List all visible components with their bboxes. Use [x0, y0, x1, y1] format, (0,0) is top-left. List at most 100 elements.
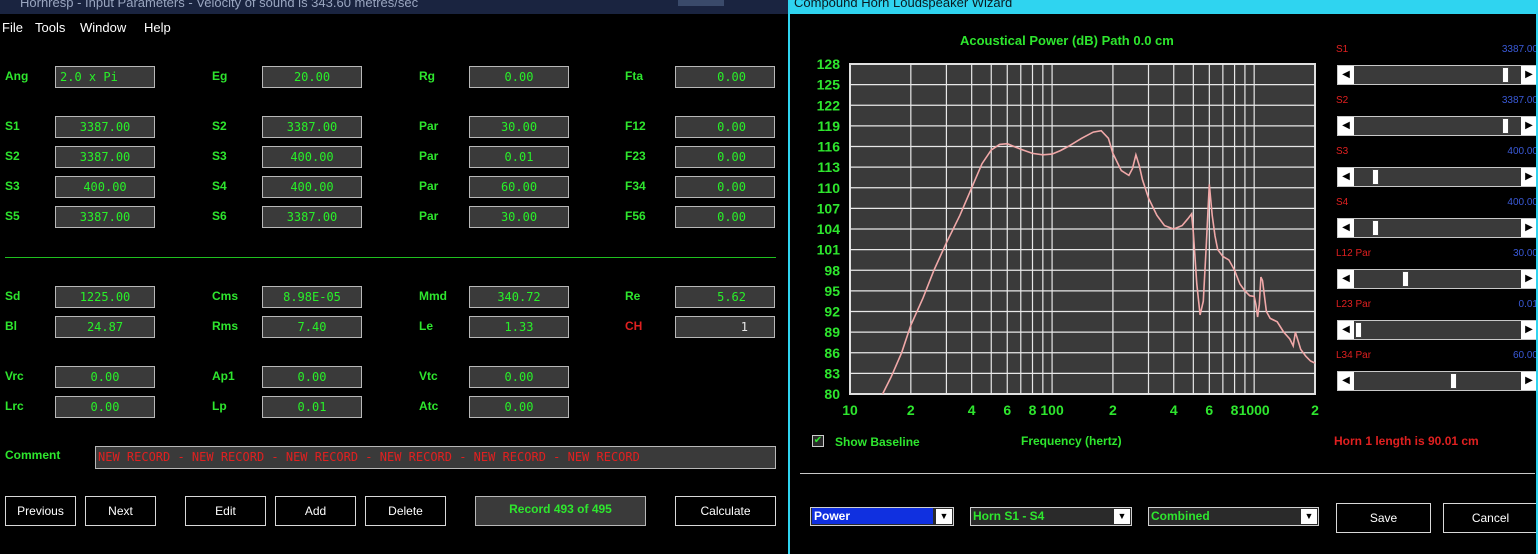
- scroll-left-icon[interactable]: ◀: [1338, 168, 1354, 186]
- record-counter: Record 493 of 495: [475, 496, 646, 526]
- slider-thumb[interactable]: [1501, 118, 1509, 134]
- save-button[interactable]: Save: [1336, 503, 1431, 533]
- param-field[interactable]: 400.00: [262, 146, 362, 168]
- param-field[interactable]: 1225.00: [55, 286, 155, 308]
- maximize-icon[interactable]: □: [678, 0, 724, 6]
- param-field[interactable]: 0.01: [469, 146, 569, 168]
- param-field[interactable]: 3387.00: [55, 206, 155, 228]
- parameter-slider[interactable]: ◀ ▶: [1337, 371, 1536, 391]
- slider-thumb[interactable]: [1449, 373, 1457, 389]
- chevron-down-icon[interactable]: ▼: [936, 509, 952, 524]
- param-field[interactable]: 8.98E-05: [262, 286, 362, 308]
- param-field[interactable]: 0.00: [675, 66, 775, 88]
- slider-thumb[interactable]: [1355, 322, 1362, 338]
- cancel-button[interactable]: Cancel: [1443, 503, 1536, 533]
- menu-help[interactable]: Help: [144, 20, 171, 35]
- scroll-left-icon[interactable]: ◀: [1338, 270, 1354, 288]
- menu-file[interactable]: File: [2, 20, 23, 35]
- previous-button[interactable]: Previous: [5, 496, 76, 526]
- param-field[interactable]: 5.62: [675, 286, 775, 308]
- scroll-right-icon[interactable]: ▶: [1521, 117, 1536, 135]
- param-field[interactable]: 0.00: [55, 396, 155, 418]
- parameter-slider[interactable]: ◀ ▶: [1337, 116, 1536, 136]
- parameter-slider[interactable]: ◀ ▶: [1337, 320, 1536, 340]
- chevron-down-icon[interactable]: ▼: [1301, 509, 1317, 524]
- param-field[interactable]: 340.72: [469, 286, 569, 308]
- edit-button[interactable]: Edit: [185, 496, 266, 526]
- slider-thumb[interactable]: [1372, 220, 1380, 236]
- param-field[interactable]: 60.00: [469, 176, 569, 198]
- separator-line: [800, 473, 1535, 474]
- param-field[interactable]: 0.00: [55, 366, 155, 388]
- param-field[interactable]: 2.0 x Pi: [55, 66, 155, 88]
- param-field[interactable]: 24.87: [55, 316, 155, 338]
- param-field[interactable]: 20.00: [262, 66, 362, 88]
- y-tick-label: 119: [817, 118, 840, 134]
- scroll-right-icon[interactable]: ▶: [1521, 66, 1536, 84]
- param-field[interactable]: 0.00: [469, 66, 569, 88]
- param-field[interactable]: 0.00: [675, 176, 775, 198]
- slider-thumb[interactable]: [1501, 67, 1509, 83]
- horn-select-value: Horn S1 - S4: [973, 509, 1045, 523]
- scroll-right-icon[interactable]: ▶: [1521, 321, 1536, 339]
- param-label: Le: [419, 319, 434, 333]
- menu-tools[interactable]: Tools: [35, 20, 65, 35]
- calculate-button[interactable]: Calculate: [675, 496, 776, 526]
- check-icon: ✔: [813, 435, 823, 446]
- scroll-right-icon[interactable]: ▶: [1521, 168, 1536, 186]
- scroll-left-icon[interactable]: ◀: [1338, 372, 1354, 390]
- y-tick-label: 113: [817, 159, 840, 175]
- parameter-slider[interactable]: ◀ ▶: [1337, 65, 1536, 85]
- comment-field[interactable]: NEW RECORD - NEW RECORD - NEW RECORD - N…: [95, 446, 776, 469]
- horn-select[interactable]: Horn S1 - S4 ▼: [970, 507, 1132, 526]
- scroll-left-icon[interactable]: ◀: [1338, 321, 1354, 339]
- param-field[interactable]: 0.00: [262, 366, 362, 388]
- minimize-icon[interactable]: —: [632, 0, 678, 6]
- slider-value: 3387.00: [1501, 44, 1538, 55]
- scroll-left-icon[interactable]: ◀: [1338, 219, 1354, 237]
- slider-thumb[interactable]: [1372, 169, 1380, 185]
- param-field[interactable]: 0.00: [675, 116, 775, 138]
- param-field[interactable]: 1.33: [469, 316, 569, 338]
- param-field[interactable]: 30.00: [469, 116, 569, 138]
- parameter-slider[interactable]: ◀ ▶: [1337, 269, 1536, 289]
- param-label: Vtc: [419, 369, 438, 383]
- add-button[interactable]: Add: [275, 496, 356, 526]
- param-field[interactable]: 0.00: [675, 206, 775, 228]
- param-field[interactable]: 3387.00: [262, 206, 362, 228]
- x-tick-label: 2: [1311, 402, 1319, 418]
- param-field[interactable]: 0.00: [675, 146, 775, 168]
- param-field[interactable]: 3387.00: [55, 116, 155, 138]
- scroll-right-icon[interactable]: ▶: [1521, 372, 1536, 390]
- show-baseline-checkbox[interactable]: ✔: [812, 435, 824, 447]
- param-field[interactable]: 3387.00: [55, 146, 155, 168]
- close-icon[interactable]: ✕: [742, 0, 788, 6]
- scroll-left-icon[interactable]: ◀: [1338, 117, 1354, 135]
- param-field[interactable]: 0.01: [262, 396, 362, 418]
- menu-window[interactable]: Window: [80, 20, 126, 35]
- delete-button[interactable]: Delete: [365, 496, 446, 526]
- param-field[interactable]: 30.00: [469, 206, 569, 228]
- parameter-slider[interactable]: ◀ ▶: [1337, 167, 1536, 187]
- param-label: S3: [5, 179, 20, 193]
- param-field[interactable]: 0.00: [469, 396, 569, 418]
- chevron-down-icon[interactable]: ▼: [1114, 509, 1130, 524]
- power-select[interactable]: Power ▼: [810, 507, 954, 526]
- slider-value: 0.01: [1518, 299, 1538, 310]
- param-field[interactable]: 7.40: [262, 316, 362, 338]
- scroll-right-icon[interactable]: ▶: [1521, 270, 1536, 288]
- param-field[interactable]: 400.00: [55, 176, 155, 198]
- param-field[interactable]: 1: [675, 316, 775, 338]
- parameter-slider[interactable]: ◀ ▶: [1337, 218, 1536, 238]
- param-field[interactable]: 0.00: [469, 366, 569, 388]
- param-field[interactable]: 3387.00: [262, 116, 362, 138]
- param-label: CH: [625, 319, 643, 333]
- slider-thumb[interactable]: [1402, 271, 1410, 287]
- param-field[interactable]: 400.00: [262, 176, 362, 198]
- combined-select[interactable]: Combined ▼: [1148, 507, 1319, 526]
- show-baseline-label: Show Baseline: [835, 435, 920, 449]
- scroll-left-icon[interactable]: ◀: [1338, 66, 1354, 84]
- y-tick-label: 128: [817, 56, 841, 72]
- scroll-right-icon[interactable]: ▶: [1521, 219, 1536, 237]
- next-button[interactable]: Next: [85, 496, 156, 526]
